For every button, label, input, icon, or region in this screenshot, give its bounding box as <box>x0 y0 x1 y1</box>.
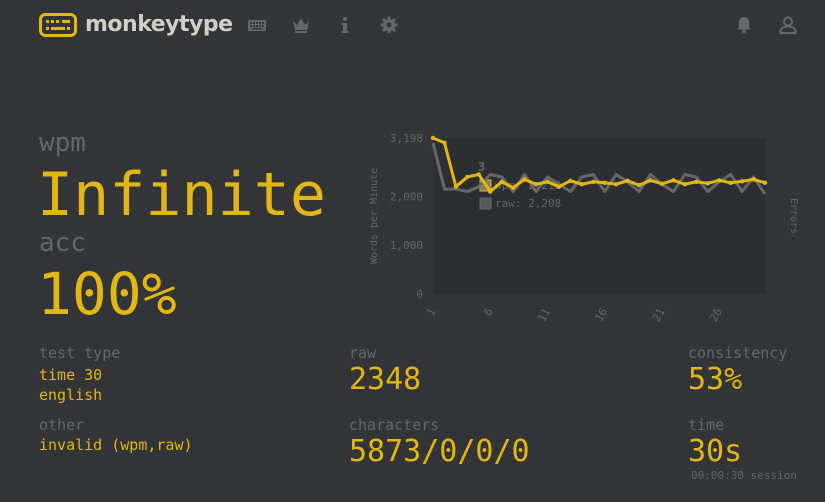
logo-icon <box>39 12 77 37</box>
other-value: invalid (wpm,raw) <box>39 436 193 454</box>
wpm-point <box>476 172 481 177</box>
wpm-point <box>671 178 676 183</box>
wpm-point <box>453 184 459 189</box>
x-tick-label: 11 <box>535 306 553 324</box>
acc-label: acc <box>39 228 86 258</box>
tooltip-title: 3 <box>478 160 485 174</box>
wpm-point <box>522 177 527 182</box>
x-tick-label: 26 <box>707 306 725 324</box>
wpm-point <box>739 179 745 184</box>
wpm-point <box>442 140 447 145</box>
session-time: 00:00:30 session <box>691 469 797 482</box>
wpm-point <box>499 179 504 185</box>
wpm-chart[interactable]: 3,1982,0001,0000 1 6 11 16 21 26 Words per Mi… <box>360 125 800 335</box>
test-type-language: english <box>39 386 103 404</box>
wpm-point <box>533 182 539 187</box>
keyboard-icon[interactable] <box>247 15 267 35</box>
test-type-mode: time 30 <box>39 366 103 384</box>
x-tick-label: 16 <box>592 306 610 324</box>
y-tick-label: 3,198 <box>390 132 423 145</box>
acc-value: 100% <box>37 260 177 328</box>
gear-icon[interactable] <box>379 15 399 35</box>
wpm-point <box>510 185 516 190</box>
time-value: 30s <box>688 434 743 469</box>
wpm-label: wpm <box>39 128 86 158</box>
chart-y2-label: Errors <box>788 198 799 234</box>
wpm-point <box>694 179 699 185</box>
y-tick-label: 0 <box>416 288 423 301</box>
wpm-point <box>488 189 493 194</box>
app-name: monkeytype <box>85 12 233 37</box>
bell-icon[interactable] <box>734 15 754 35</box>
wpm-point <box>591 179 596 185</box>
wpm-point <box>568 178 573 184</box>
raw-label: raw <box>349 344 377 362</box>
consistency-label: consistency <box>688 344 788 362</box>
crown-icon[interactable] <box>291 15 311 35</box>
wpm-point <box>465 174 470 180</box>
characters-label: characters <box>349 416 440 434</box>
time-label: time <box>688 416 725 434</box>
wpm-point <box>545 179 550 185</box>
logo[interactable]: monkeytype <box>39 12 233 37</box>
user-icon[interactable] <box>778 15 798 35</box>
top-nav: monkeytype <box>0 0 825 50</box>
wpm-point <box>636 183 642 188</box>
y-tick-label: 1,000 <box>390 239 423 252</box>
wpm-point <box>625 178 630 184</box>
test-type-label: test type <box>39 344 121 362</box>
wpm-point <box>613 182 619 187</box>
wpm-point <box>682 182 688 187</box>
wpm-point <box>728 180 733 185</box>
wpm-point <box>648 178 653 183</box>
wpm-point <box>717 178 722 183</box>
wpm-point <box>659 181 665 186</box>
x-tick-label: 6 <box>481 306 496 318</box>
x-tick-label: 21 <box>650 306 668 324</box>
wpm-point <box>556 184 562 189</box>
wpm-point <box>602 180 607 185</box>
wpm-point <box>430 135 436 141</box>
y-tick-label: 2,000 <box>390 190 423 203</box>
characters-value: 5873/0/0/0 <box>349 434 530 469</box>
wpm-value: Infinite <box>37 160 326 230</box>
raw-value: 2348 <box>349 362 422 397</box>
chart-y-label: Words per Minute <box>369 168 380 264</box>
info-icon[interactable] <box>335 15 355 35</box>
wpm-point <box>579 182 585 187</box>
other-label: other <box>39 416 85 434</box>
consistency-value: 53% <box>688 362 743 397</box>
wpm-point <box>705 181 710 186</box>
wpm-point <box>751 177 756 182</box>
x-tick-label: 1 <box>424 306 439 318</box>
wpm-point <box>762 180 768 185</box>
tooltip-raw: raw: 2,208 <box>495 197 561 210</box>
